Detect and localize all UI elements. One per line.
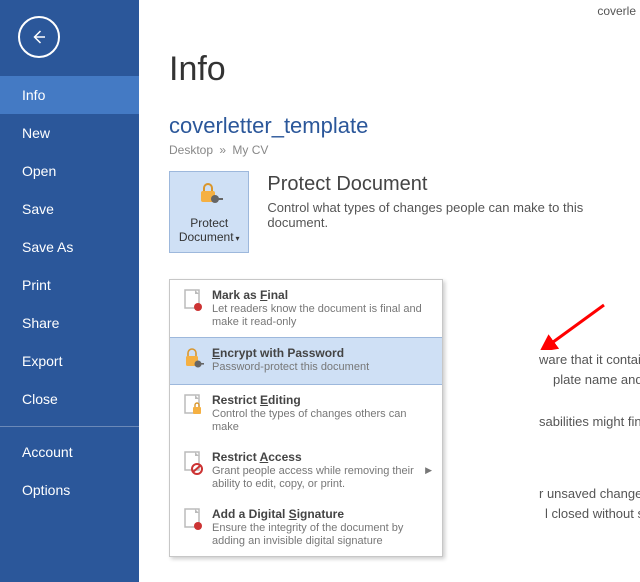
sidebar-item-saveas[interactable]: Save As <box>0 228 139 266</box>
sidebar-item-close[interactable]: Close <box>0 380 139 418</box>
sidebar-item-export[interactable]: Export <box>0 342 139 380</box>
menu-item-restrict-editing[interactable]: Restrict Editing Control the types of ch… <box>170 385 442 442</box>
sidebar-item-save[interactable]: Save <box>0 190 139 228</box>
sidebar-item-print[interactable]: Print <box>0 266 139 304</box>
breadcrumb-sep: » <box>219 143 226 157</box>
sidebar-item-open[interactable]: Open <box>0 152 139 190</box>
protect-heading: Protect Document <box>267 173 640 196</box>
breadcrumb-part: Desktop <box>169 143 213 157</box>
chevron-down-icon: ▾ <box>236 234 240 243</box>
menu-title: Encrypt with Password <box>212 346 432 360</box>
menu-title: Restrict Access <box>212 450 425 464</box>
protect-document-menu: Mark as Final Let readers know the docum… <box>169 279 443 557</box>
menu-desc: Control the types of changes others can … <box>212 408 432 434</box>
protect-description: Control what types of changes people can… <box>267 200 640 230</box>
backstage-sidebar: Info New Open Save Save As Print Share E… <box>0 0 139 582</box>
document-title: coverletter_template <box>169 113 640 139</box>
menu-desc: Password-protect this document <box>212 361 432 374</box>
protect-document-button[interactable]: Protect Document▾ <box>169 171 249 253</box>
menu-title: Add a Digital Signature <box>212 507 432 521</box>
main-area: coverle Info coverletter_template Deskto… <box>139 0 640 582</box>
breadcrumb: Desktop » My CV <box>169 143 640 157</box>
menu-item-digital-signature[interactable]: Add a Digital Signature Ensure the integ… <box>170 499 442 556</box>
document-signature-icon <box>180 507 206 537</box>
menu-title: Restrict Editing <box>212 393 432 407</box>
breadcrumb-part: My CV <box>232 143 268 157</box>
menu-item-mark-final[interactable]: Mark as Final Let readers know the docum… <box>170 280 442 337</box>
menu-item-restrict-access[interactable]: Restrict Access Grant people access whil… <box>170 442 442 499</box>
background-text: ware that it contains: plate name and au… <box>539 330 640 504</box>
menu-title: Mark as Final <box>212 288 432 302</box>
menu-desc: Ensure the integrity of the document by … <box>212 522 432 548</box>
lock-key-icon <box>180 346 206 376</box>
sidebar-item-share[interactable]: Share <box>0 304 139 342</box>
menu-desc: Let readers know the document is final a… <box>212 303 432 329</box>
menu-desc: Grant people access while removing their… <box>212 465 425 491</box>
document-final-icon <box>180 288 206 318</box>
title-bar-fragment: coverle <box>597 4 636 18</box>
page-title: Info <box>169 50 640 89</box>
submenu-arrow-icon: ▶ <box>425 465 432 476</box>
sidebar-item-account[interactable]: Account <box>0 433 139 471</box>
back-button[interactable] <box>18 16 60 58</box>
tile-label: Protect Document▾ <box>170 216 248 246</box>
sidebar-item-options[interactable]: Options <box>0 471 139 509</box>
menu-item-encrypt[interactable]: Encrypt with Password Password-protect t… <box>170 337 442 385</box>
lock-key-icon <box>195 179 223 210</box>
document-lock-icon <box>180 393 206 423</box>
document-no-icon <box>180 450 206 480</box>
back-arrow-icon <box>30 28 48 46</box>
sidebar-separator <box>0 426 139 427</box>
sidebar-item-info[interactable]: Info <box>0 76 139 114</box>
sidebar-item-new[interactable]: New <box>0 114 139 152</box>
